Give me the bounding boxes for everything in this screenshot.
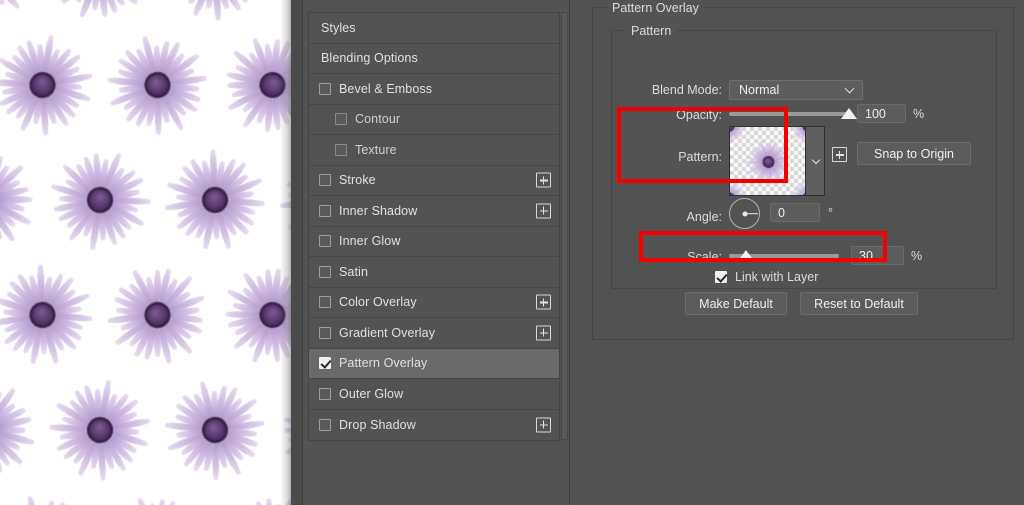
chevron-down-icon [844, 83, 855, 94]
add-effect-instance-button[interactable] [536, 172, 551, 188]
effects-list-item-label: Blending Options [321, 51, 418, 66]
opacity-label: Opacity: [676, 108, 722, 122]
effects-list-item-label: Contour [355, 112, 401, 127]
effect-enable-checkbox[interactable] [319, 174, 331, 187]
opacity-input[interactable]: 100 [857, 104, 906, 123]
scale-value: 30 [859, 248, 873, 263]
effects-list-item-label: Bevel & Emboss [339, 81, 433, 96]
angle-dial[interactable] [729, 198, 760, 229]
effect-enable-checkbox[interactable] [335, 143, 347, 156]
snap-to-origin-label: Snap to Origin [874, 146, 954, 161]
scale-input[interactable]: 30 [851, 246, 904, 265]
add-effect-instance-button[interactable] [536, 294, 551, 310]
effects-list-item-inner-shadow[interactable]: Inner Shadow [309, 196, 559, 227]
layer-style-dialog: Styles Blending Options Bevel & Emboss Cont… [0, 0, 1024, 505]
effect-enable-checkbox[interactable] [319, 418, 331, 431]
effects-list-item-label: Styles [321, 20, 356, 35]
pattern-group: Pattern Blend Mode: Normal Opacity: 100 … [611, 24, 997, 289]
blend-mode-label: Blend Mode: [651, 83, 722, 97]
effects-list-item-gradient-overlay[interactable]: Gradient Overlay [309, 318, 559, 349]
effects-list-item-label: Satin [339, 264, 368, 279]
effects-list-panel: Styles Blending Options Bevel & Emboss Cont… [302, 0, 570, 505]
opacity-unit: % [913, 107, 925, 121]
pattern-picker-dropdown[interactable] [805, 127, 824, 195]
effects-list-item-label: Inner Glow [339, 234, 401, 249]
make-default-button[interactable]: Make Default [685, 292, 787, 315]
angle-unit: ° [828, 206, 833, 220]
effects-list-item-outer-glow[interactable]: Outer Glow [309, 379, 559, 410]
chevron-down-icon [811, 155, 821, 165]
effects-list-item-label: Texture [355, 142, 397, 157]
effects-list-item-inner-glow[interactable]: Inner Glow [309, 226, 559, 257]
pattern-overlay-group: Pattern Overlay Pattern Blend Mode: Norm… [592, 1, 1014, 340]
effects-list-item-texture[interactable]: Texture [309, 135, 559, 166]
blend-mode-select[interactable]: Normal [729, 80, 863, 100]
pattern-overlay-group-title: Pattern Overlay [607, 1, 704, 15]
effects-list-scrollbar[interactable] [561, 12, 568, 440]
effects-list-item-label: Drop Shadow [339, 417, 416, 432]
add-effect-instance-button[interactable] [536, 203, 551, 219]
effects-list-item-satin[interactable]: Satin [309, 257, 559, 288]
reset-to-default-label: Reset to Default [814, 296, 904, 311]
pattern-swatch-preview [730, 127, 806, 195]
effects-list-item-pattern-overlay[interactable]: Pattern Overlay [309, 348, 559, 379]
angle-input[interactable]: 0 [770, 203, 820, 222]
pattern-swatch-thumbnail [730, 127, 806, 195]
angle-dial-center [742, 211, 747, 216]
angle-label: Angle: [686, 210, 722, 224]
pattern-preview-canvas [0, 0, 291, 505]
effect-enable-checkbox[interactable] [319, 326, 331, 339]
make-default-label: Make Default [699, 296, 773, 311]
effects-list-scroll-thumb[interactable] [562, 13, 567, 439]
effects-list: Styles Blending Options Bevel & Emboss Cont… [308, 12, 560, 441]
effects-list-item-label: Pattern Overlay [339, 356, 428, 371]
scale-unit: % [911, 249, 923, 263]
pattern-swatch[interactable] [729, 126, 825, 196]
effect-enable-checkbox[interactable] [319, 296, 331, 309]
snap-to-origin-button[interactable]: Snap to Origin [857, 142, 971, 165]
pattern-overlay-settings-panel: Pattern Overlay Pattern Blend Mode: Norm… [570, 0, 1024, 505]
effect-enable-checkbox[interactable] [319, 204, 331, 217]
effects-list-item-label: Outer Glow [339, 386, 404, 401]
add-effect-instance-button[interactable] [536, 325, 551, 341]
effects-list-item-styles[interactable]: Styles [309, 13, 559, 44]
effects-list-item-stroke[interactable]: Stroke [309, 165, 559, 196]
effects-list-item-blending-options[interactable]: Blending Options [309, 43, 559, 74]
effects-list-item-bevel-emboss[interactable]: Bevel & Emboss [309, 74, 559, 105]
effect-enable-checkbox[interactable] [319, 357, 331, 370]
scale-slider-thumb[interactable] [737, 250, 754, 261]
reset-to-default-button[interactable]: Reset to Default [800, 292, 918, 315]
pattern-group-title: Pattern [626, 24, 677, 38]
document-canvas [0, 0, 291, 505]
opacity-slider-track[interactable] [729, 112, 849, 116]
effects-list-item-drop-shadow[interactable]: Drop Shadow [309, 409, 559, 440]
new-pattern-preset-button[interactable] [832, 147, 847, 162]
effect-enable-checkbox[interactable] [319, 82, 331, 95]
effect-enable-checkbox[interactable] [335, 113, 347, 126]
effects-list-item-label: Inner Shadow [339, 203, 418, 218]
angle-value: 0 [778, 205, 785, 220]
effects-list-item-label: Color Overlay [339, 295, 417, 310]
add-effect-instance-button[interactable] [536, 417, 551, 433]
opacity-slider-thumb[interactable] [841, 108, 857, 119]
effect-enable-checkbox[interactable] [319, 235, 331, 248]
effects-list-item-contour[interactable]: Contour [309, 104, 559, 135]
link-with-layer-checkbox[interactable] [715, 271, 727, 283]
effects-list-item-color-overlay[interactable]: Color Overlay [309, 287, 559, 318]
opacity-value: 100 [865, 106, 886, 121]
effects-list-item-label: Gradient Overlay [339, 325, 436, 340]
effect-enable-checkbox[interactable] [319, 387, 331, 400]
link-with-layer-label: Link with Layer [735, 270, 819, 284]
blend-mode-value: Normal [739, 83, 780, 97]
workspace-background [291, 0, 302, 505]
effect-enable-checkbox[interactable] [319, 265, 331, 278]
effects-list-item-label: Stroke [339, 173, 376, 188]
pattern-label: Pattern: [678, 150, 722, 164]
scale-label: Scale: [687, 250, 722, 264]
link-with-layer-row[interactable]: Link with Layer [715, 270, 818, 284]
